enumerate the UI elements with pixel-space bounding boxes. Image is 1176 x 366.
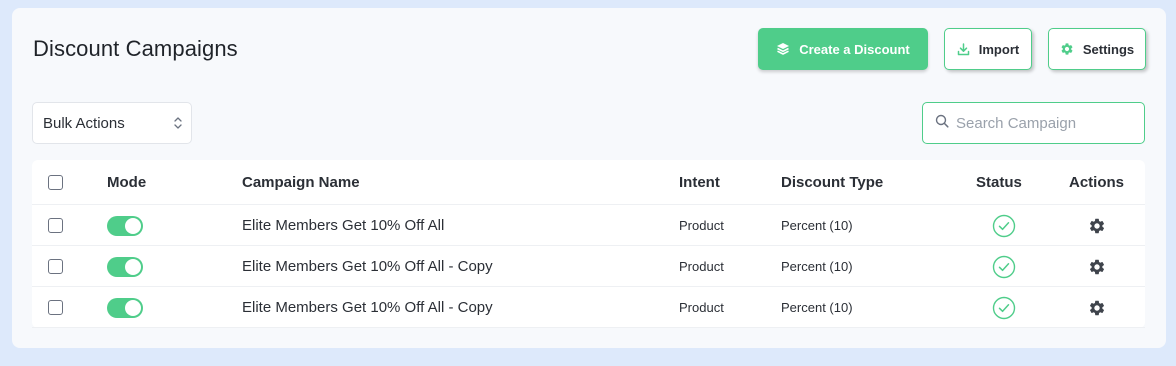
campaigns-table: Mode Campaign Name Intent Discount Type … — [32, 160, 1145, 328]
check-circle-icon — [992, 287, 1016, 328]
download-icon — [957, 42, 970, 56]
campaign-name[interactable]: Elite Members Get 10% Off All - Copy — [242, 246, 493, 287]
settings-button[interactable]: Settings — [1048, 28, 1146, 70]
create-discount-label: Create a Discount — [799, 41, 910, 57]
row-checkbox[interactable] — [48, 259, 63, 274]
table-row: Elite Members Get 10% Off All Product Pe… — [32, 205, 1145, 246]
mode-toggle[interactable] — [107, 215, 143, 236]
row-select-cell — [48, 287, 63, 328]
column-header-status[interactable]: Status — [976, 160, 1022, 205]
mode-toggle[interactable] — [107, 297, 143, 318]
updown-chevron-icon — [173, 115, 183, 135]
check-circle-icon — [992, 205, 1016, 246]
search-input[interactable] — [956, 114, 1136, 132]
toggle-knob — [125, 258, 141, 275]
search-icon — [935, 114, 949, 133]
select-all-cell — [48, 160, 63, 205]
toggle-knob — [125, 299, 141, 316]
column-header-campaign-name[interactable]: Campaign Name — [242, 160, 360, 205]
bulk-actions-value: Bulk Actions — [43, 114, 125, 132]
import-label: Import — [978, 41, 1020, 57]
row-checkbox[interactable] — [48, 218, 63, 233]
campaigns-card: Discount Campaigns Create a Discount Imp… — [12, 8, 1166, 348]
mode-cell — [107, 287, 143, 328]
toggle-knob — [125, 217, 141, 234]
campaign-name[interactable]: Elite Members Get 10% Off All — [242, 205, 444, 246]
row-select-cell — [48, 205, 63, 246]
gear-icon — [1060, 42, 1074, 56]
table-row: Elite Members Get 10% Off All - Copy Pro… — [32, 287, 1145, 328]
page-title: Discount Campaigns — [33, 36, 238, 61]
table-row: Elite Members Get 10% Off All - Copy Pro… — [32, 246, 1145, 287]
mode-cell — [107, 246, 143, 287]
search-box[interactable] — [922, 102, 1145, 144]
discount-type: Percent (10) — [781, 218, 853, 233]
gear-icon[interactable] — [1088, 246, 1106, 287]
table-header-row: Mode Campaign Name Intent Discount Type … — [32, 160, 1145, 205]
column-header-mode[interactable]: Mode — [107, 160, 146, 205]
campaign-name[interactable]: Elite Members Get 10% Off All - Copy — [242, 287, 493, 328]
column-header-discount-type[interactable]: Discount Type — [781, 160, 883, 205]
bulk-actions-select[interactable]: Bulk Actions — [32, 102, 192, 144]
row-select-cell — [48, 246, 63, 287]
intent: Product — [679, 218, 724, 233]
intent: Product — [679, 259, 724, 274]
select-all-checkbox[interactable] — [48, 175, 63, 190]
column-header-actions: Actions — [1069, 174, 1125, 191]
column-header-intent[interactable]: Intent — [679, 160, 720, 205]
row-divider — [32, 327, 1145, 328]
import-button[interactable]: Import — [944, 28, 1032, 70]
create-discount-button[interactable]: Create a Discount — [758, 28, 928, 70]
mode-cell — [107, 205, 143, 246]
discount-type: Percent (10) — [781, 259, 853, 274]
gear-icon[interactable] — [1088, 287, 1106, 328]
intent: Product — [679, 300, 724, 315]
row-checkbox[interactable] — [48, 300, 63, 315]
layers-icon — [776, 42, 790, 56]
gear-icon[interactable] — [1088, 205, 1106, 246]
settings-label: Settings — [1082, 41, 1135, 57]
mode-toggle[interactable] — [107, 256, 143, 277]
discount-type: Percent (10) — [781, 300, 853, 315]
check-circle-icon — [992, 246, 1016, 287]
